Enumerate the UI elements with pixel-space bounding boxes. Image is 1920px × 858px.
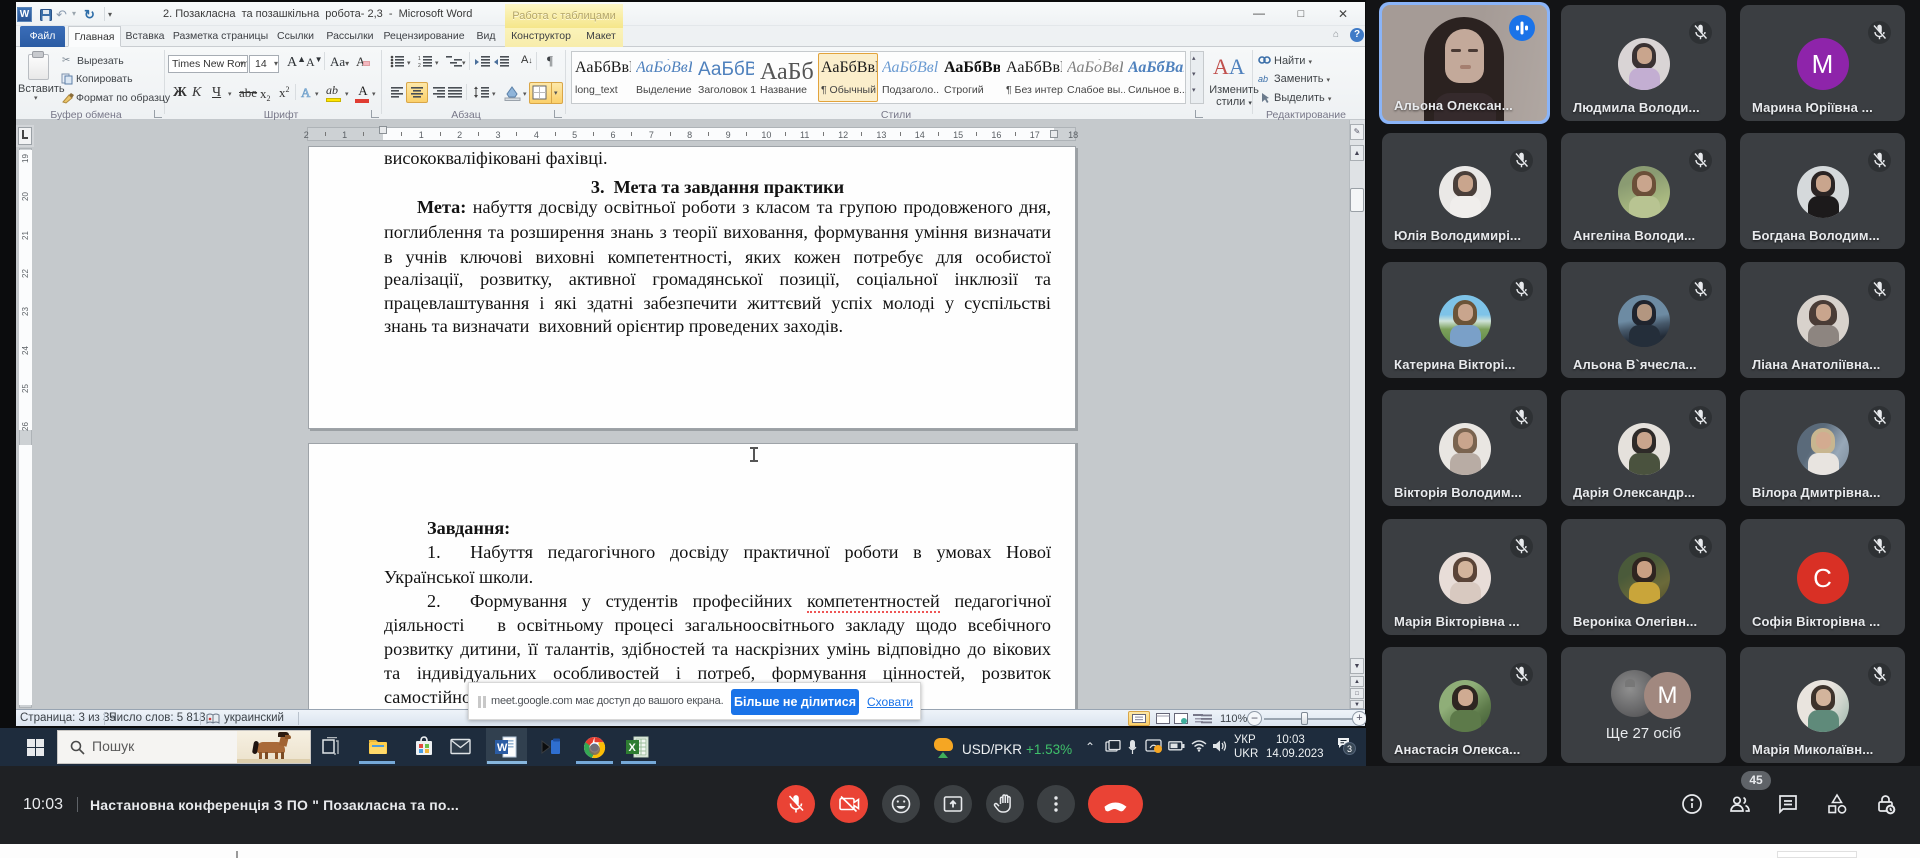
svg-text:W: W (497, 742, 508, 754)
svg-text:1: 1 (418, 56, 421, 62)
svg-text:X: X (629, 742, 637, 754)
svg-text:ab: ab (1258, 74, 1268, 84)
svg-text:2: 2 (418, 63, 421, 68)
